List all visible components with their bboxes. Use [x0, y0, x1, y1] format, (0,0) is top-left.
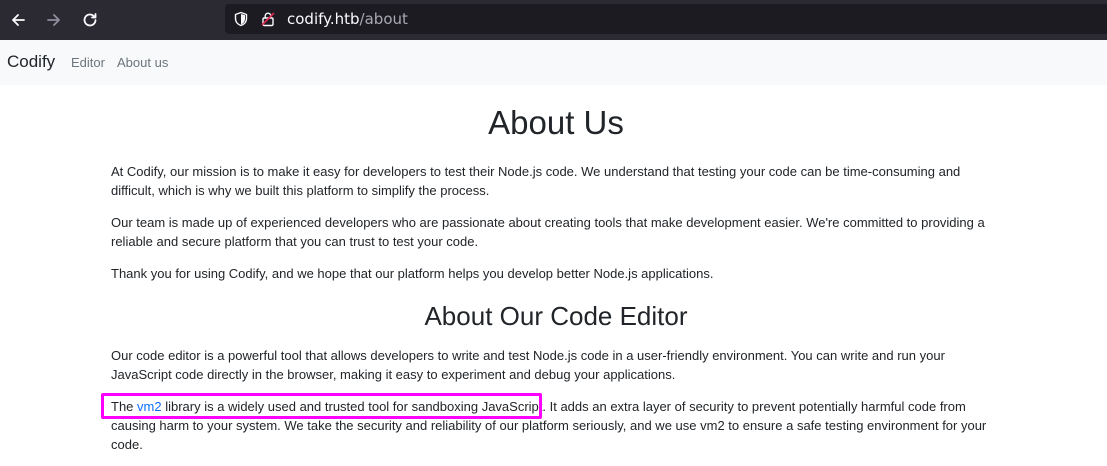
url-host: codify.htb [287, 10, 360, 28]
url-path: /about [359, 10, 408, 28]
forward-icon[interactable] [42, 8, 66, 32]
editor-section-title: About Our Code Editor [424, 301, 688, 331]
nav-link-about[interactable]: About us [117, 55, 168, 70]
page-title: About Us [488, 104, 624, 141]
back-icon[interactable] [6, 8, 30, 32]
nav-link-editor[interactable]: Editor [71, 55, 105, 70]
about-paragraph-thanks: Thank you for using Codify, and we hope … [111, 266, 714, 281]
reload-icon[interactable] [78, 8, 102, 32]
vm2-link[interactable]: vm2 [137, 399, 162, 414]
about-paragraph-team: Our team is made up of experienced devel… [111, 215, 985, 250]
vm2-paragraph: The vm2 library is a widely used and tru… [111, 397, 1001, 455]
site-navbar: Codify Editor About us [0, 40, 1107, 85]
vm2-prefix: The [111, 399, 138, 414]
shield-icon[interactable] [233, 11, 249, 27]
brand-link[interactable]: Codify [7, 52, 55, 72]
url-bar[interactable]: codify.htb/about [225, 4, 1107, 34]
vm2-suffix: library is a widely used and trusted too… [111, 399, 987, 453]
browser-toolbar: codify.htb/about [0, 0, 1107, 40]
lock-icon[interactable] [260, 11, 276, 27]
url-text[interactable]: codify.htb/about [287, 10, 408, 28]
about-paragraph-mission: At Codify, our mission is to make it eas… [111, 164, 961, 199]
editor-paragraph: Our code editor is a powerful tool that … [111, 348, 945, 383]
